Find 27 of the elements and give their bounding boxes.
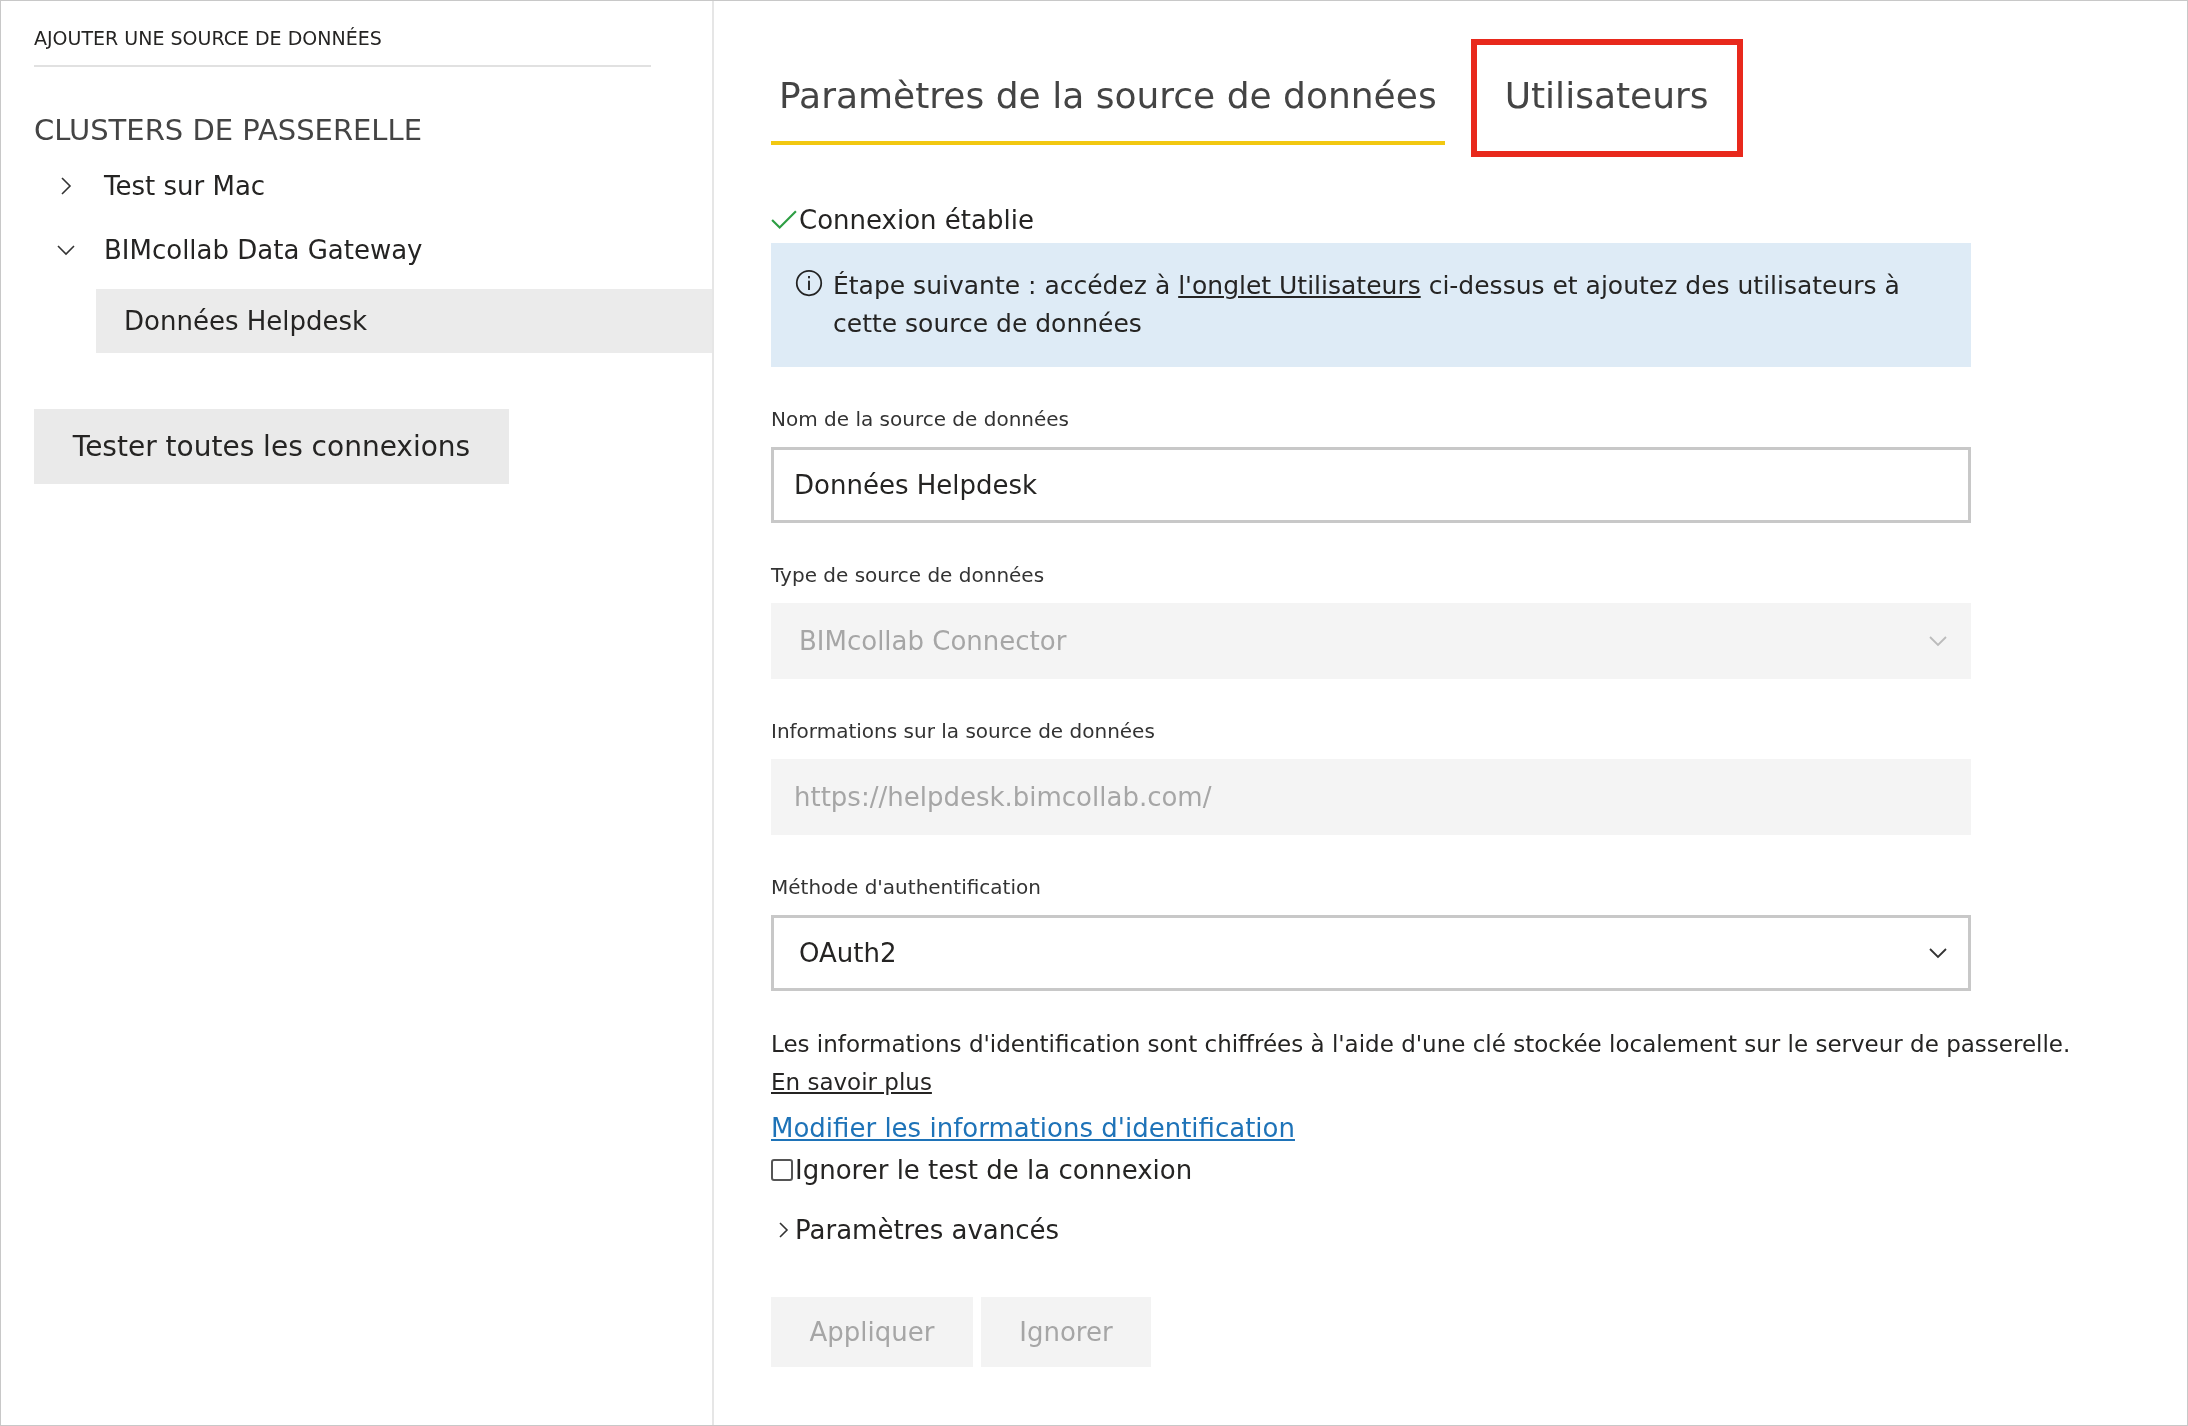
field-label: Nom de la source de données: [771, 407, 1070, 431]
dropdown[interactable]: OAuth2: [771, 915, 1971, 991]
chevron-right-icon: [777, 1220, 789, 1240]
checkbox[interactable]: [771, 1159, 793, 1181]
field-label: Type de source de données: [771, 563, 1046, 587]
learn-more-link[interactable]: En savoir plus: [771, 1063, 932, 1101]
tab[interactable]: Paramètres de la source de données: [771, 45, 1445, 149]
page-title: AJOUTER UNE SOURCE DE DONNÉES: [34, 27, 651, 67]
info-text: Étape suivante : accédez à l'onglet Utilisateurs ci-dessus et ajoutez des utilisateurs à cette source de données: [833, 270, 1901, 340]
tree-item[interactable]: Test sur Mac: [56, 161, 712, 211]
info-icon: [795, 269, 823, 297]
users-tab-link[interactable]: l'onglet Utilisateurs: [1178, 271, 1421, 300]
advanced-settings-toggle[interactable]: Paramètres avancés: [777, 1215, 1060, 1245]
test-connections-button[interactable]: Tester toutes les connexions: [34, 409, 509, 484]
input-field[interactable]: Données Helpdesk: [771, 447, 1971, 523]
chevron-down-icon: [1928, 947, 1948, 959]
credentials-note: Les informations d'identification sont chiffrées à l'aide d'une clé stockée localement sur le serveur de passerelle.: [771, 1030, 2071, 1059]
status-text: Connexion établie: [799, 205, 1034, 235]
field-label: Informations sur la source de données: [771, 719, 1156, 743]
edit-credentials-link[interactable]: Modifier les informations d'identification: [771, 1113, 1295, 1143]
tree-item[interactable]: BIMcollab Data Gateway: [56, 225, 712, 275]
checkbox-label: Ignorer le test de la connexion: [795, 1155, 1193, 1185]
section-title: CLUSTERS DE PASSERELLE: [34, 113, 423, 147]
tree-item[interactable]: Données Helpdesk: [96, 289, 712, 353]
tab[interactable]: Utilisateurs: [1470, 39, 1743, 157]
chevron-down-icon: [1928, 635, 1948, 647]
field-label: Méthode d'authentification: [771, 875, 1042, 899]
